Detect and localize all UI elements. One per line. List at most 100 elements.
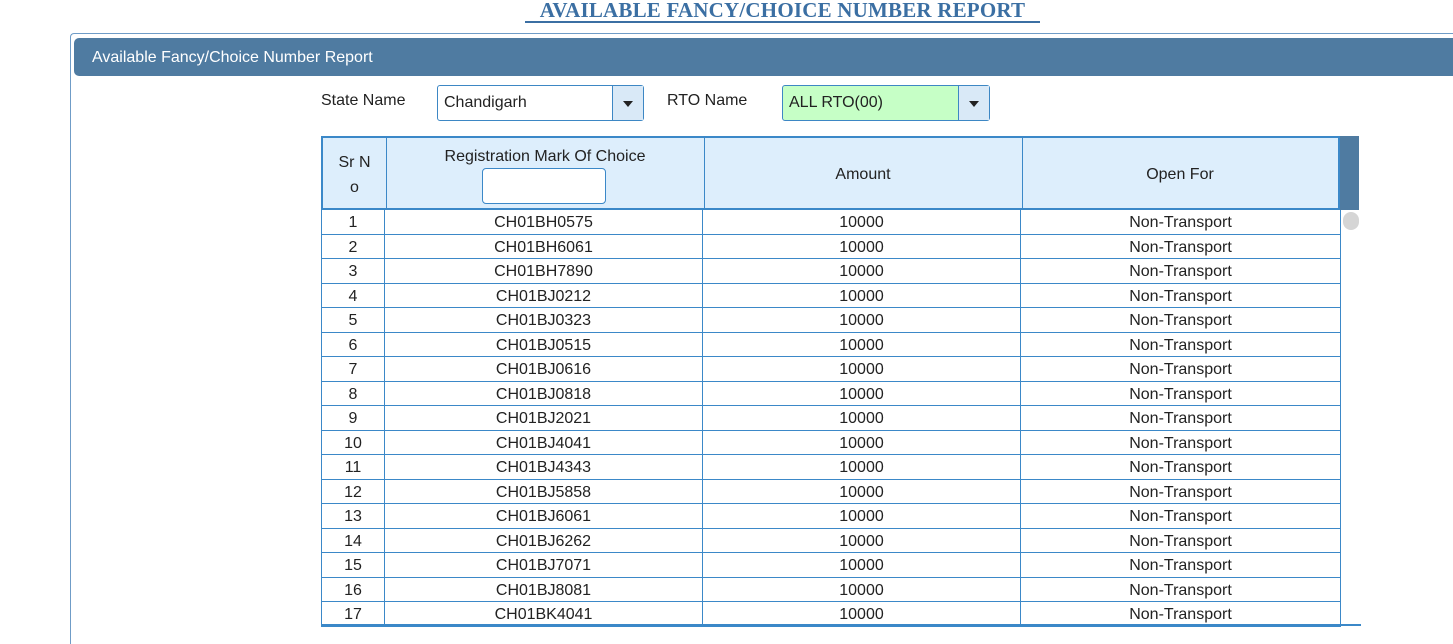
- cell-amount: 10000: [703, 259, 1021, 283]
- state-dropdown-button[interactable]: [612, 86, 643, 120]
- cell-amount: 10000: [703, 602, 1021, 626]
- cell-registration-mark: CH01BH0575: [385, 210, 703, 234]
- cell-registration-mark: CH01BJ0616: [385, 357, 703, 381]
- cell-amount: 10000: [703, 210, 1021, 234]
- table-row[interactable]: 7 CH01BJ0616 10000 Non-Transport: [322, 357, 1340, 382]
- table-row[interactable]: 9 CH01BJ2021 10000 Non-Transport: [322, 406, 1340, 431]
- cell-open-for: Non-Transport: [1129, 214, 1232, 231]
- cell-registration-mark: CH01BK4041: [385, 602, 703, 626]
- cell-sr-no: 7: [322, 357, 385, 381]
- cell-sr-no: 15: [322, 553, 385, 577]
- header-sr-no: Sr N o: [323, 138, 387, 208]
- state-name-value: Chandigarh: [444, 94, 527, 111]
- table-row[interactable]: 3 CH01BH7890 10000 Non-Transport: [322, 259, 1340, 284]
- table-row[interactable]: 6 CH01BJ0515 10000 Non-Transport: [322, 332, 1340, 357]
- cell-registration-mark: CH01BJ7071: [385, 553, 703, 577]
- table-row[interactable]: 16 CH01BJ8081 10000 Non-Transport: [322, 577, 1340, 602]
- state-name-select[interactable]: Chandigarh: [437, 85, 644, 121]
- cell-open-for: Non-Transport: [1129, 263, 1232, 280]
- cell-amount: 10000: [703, 577, 1021, 602]
- state-name-label: State Name: [321, 92, 406, 109]
- cell-sr-no: 2: [322, 234, 385, 259]
- cell-sr-no: 8: [322, 381, 385, 406]
- cell-sr-no: 17: [322, 602, 385, 626]
- cell-open-for: Non-Transport: [1129, 606, 1232, 623]
- rto-dropdown-button[interactable]: [958, 86, 989, 120]
- cell-registration-mark: CH01BJ5858: [385, 479, 703, 504]
- panel-header: Available Fancy/Choice Number Report: [74, 38, 1453, 76]
- table-row[interactable]: 12 CH01BJ5858 10000 Non-Transport: [322, 479, 1340, 504]
- header-registration-mark-label: Registration Mark Of Choice: [444, 148, 646, 165]
- cell-open-for: Non-Transport: [1129, 238, 1232, 256]
- cell-open-for: Non-Transport: [1129, 532, 1232, 550]
- header-amount: Amount: [704, 138, 1023, 208]
- table-row[interactable]: 14 CH01BJ6262 10000 Non-Transport: [322, 528, 1340, 553]
- header-sr-no-line2: o: [350, 179, 359, 196]
- cell-open-for: Non-Transport: [1129, 483, 1232, 501]
- cell-open-for: Non-Transport: [1129, 434, 1232, 452]
- cell-sr-no: 4: [322, 283, 385, 308]
- cell-amount: 10000: [703, 430, 1021, 455]
- table-row[interactable]: 11 CH01BJ4343 10000 Non-Transport: [322, 455, 1340, 480]
- table-body: 1 CH01BH0575 10000 Non-Transport 2 CH01BH6061…: [321, 210, 1341, 627]
- cell-sr-no: 9: [322, 406, 385, 430]
- panel-title: Available Fancy/Choice Number Report: [92, 49, 373, 66]
- cell-registration-mark: CH01BH6061: [385, 234, 703, 259]
- cell-open-for: Non-Transport: [1129, 287, 1232, 305]
- cell-registration-mark: CH01BJ2021: [385, 406, 703, 430]
- registration-filter-input[interactable]: [482, 168, 606, 204]
- rto-name-select[interactable]: ALL RTO(00): [782, 85, 990, 121]
- header-open-for-label: Open For: [1146, 166, 1214, 183]
- table-row[interactable]: 4 CH01BJ0212 10000 Non-Transport: [322, 283, 1340, 308]
- cell-registration-mark: CH01BJ0515: [385, 332, 703, 357]
- cell-amount: 10000: [703, 234, 1021, 259]
- cell-sr-no: 14: [322, 528, 385, 553]
- table-row[interactable]: 15 CH01BJ7071 10000 Non-Transport: [322, 553, 1340, 578]
- chevron-down-icon: [623, 101, 633, 107]
- cell-registration-mark: CH01BJ6262: [385, 528, 703, 553]
- rto-name-label: RTO Name: [667, 92, 748, 109]
- cell-sr-no: 6: [322, 332, 385, 357]
- cell-registration-mark: CH01BJ4343: [385, 455, 703, 479]
- table-header: Sr N o Registration Mark Of Choice Amoun…: [321, 136, 1340, 210]
- table-row[interactable]: 5 CH01BJ0323 10000 Non-Transport: [322, 308, 1340, 333]
- cell-amount: 10000: [703, 357, 1021, 381]
- title-underline: [525, 21, 1040, 23]
- cell-amount: 10000: [703, 528, 1021, 553]
- cell-sr-no: 13: [322, 504, 385, 528]
- cell-open-for: Non-Transport: [1129, 312, 1232, 329]
- cell-amount: 10000: [703, 381, 1021, 406]
- cell-registration-mark: CH01BJ6061: [385, 504, 703, 528]
- cell-amount: 10000: [703, 283, 1021, 308]
- report-table: Sr N o Registration Mark Of Choice Amoun…: [321, 136, 1361, 628]
- table-bottom-border: [321, 624, 1361, 626]
- scrollbar-thumb[interactable]: [1343, 212, 1359, 230]
- cell-open-for: Non-Transport: [1129, 361, 1232, 378]
- cell-registration-mark: CH01BJ4041: [385, 430, 703, 455]
- table-row[interactable]: 13 CH01BJ6061 10000 Non-Transport: [322, 504, 1340, 529]
- cell-open-for: Non-Transport: [1129, 336, 1232, 354]
- cell-amount: 10000: [703, 332, 1021, 357]
- cell-amount: 10000: [703, 308, 1021, 332]
- header-registration-mark: Registration Mark Of Choice: [386, 138, 705, 208]
- table-row[interactable]: 1 CH01BH0575 10000 Non-Transport: [322, 210, 1340, 235]
- table-row[interactable]: 17 CH01BK4041 10000 Non-Transport: [322, 602, 1340, 627]
- page-title: AVAILABLE FANCY/CHOICE NUMBER REPORT: [539, 0, 1026, 22]
- cell-sr-no: 1: [322, 210, 385, 234]
- cell-registration-mark: CH01BJ0818: [385, 381, 703, 406]
- chevron-down-icon: [969, 101, 979, 107]
- cell-registration-mark: CH01BH7890: [385, 259, 703, 283]
- table-row[interactable]: 8 CH01BJ0818 10000 Non-Transport: [322, 381, 1340, 406]
- header-sr-no-line1: Sr N: [338, 154, 371, 171]
- cell-amount: 10000: [703, 479, 1021, 504]
- cell-registration-mark: CH01BJ0323: [385, 308, 703, 332]
- table-row[interactable]: 10 CH01BJ4041 10000 Non-Transport: [322, 430, 1340, 455]
- cell-sr-no: 12: [322, 479, 385, 504]
- cell-open-for: Non-Transport: [1129, 557, 1232, 574]
- cell-open-for: Non-Transport: [1129, 508, 1232, 525]
- cell-amount: 10000: [703, 553, 1021, 577]
- cell-open-for: Non-Transport: [1129, 581, 1232, 599]
- cell-sr-no: 10: [322, 430, 385, 455]
- table-row[interactable]: 2 CH01BH6061 10000 Non-Transport: [322, 234, 1340, 259]
- cell-sr-no: 11: [322, 455, 385, 479]
